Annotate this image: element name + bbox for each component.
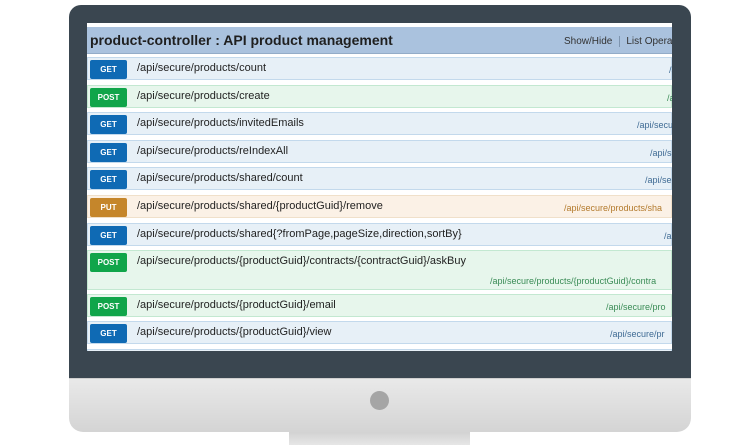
controller-header[interactable]: product-controller : API product managem… [87,27,672,54]
method-badge[interactable]: PUT [90,198,127,217]
operation-path[interactable]: /api/secure/products/reIndexAll [137,145,288,157]
operation-summary: /api/se [645,175,672,185]
operation-path[interactable]: /api/secure/products/shared{?fromPage,pa… [137,228,462,240]
operation-summary: /a [669,65,672,75]
operation-summary: /api/secure/products/{productGuid}/contr… [490,276,657,286]
operation-row[interactable]: POST /api/secure/products/{productGuid}/… [87,294,672,317]
operation-row[interactable]: GET /api/secure/products/shared/count /a… [87,167,672,190]
operation-row[interactable]: GET /api/secure/products/count /a [87,57,672,80]
operation-path[interactable]: /api/secure/products/{productGuid}/contr… [137,255,466,267]
operation-path[interactable]: /api/secure/products/create [137,90,270,102]
operation-summary: /api/secure/pro [606,302,666,312]
operation-path[interactable]: /api/secure/products/shared/count [137,172,303,184]
operation-summary: /api/secure/products/sha [564,203,663,213]
operation-summary: /a [664,231,672,241]
operation-summary: /api/secure/pr [610,329,665,339]
operation-row[interactable]: POST /api/secure/products/{productGuid}/… [87,250,672,290]
operation-row[interactable]: GET /api/secure/products/reIndexAll /api… [87,140,672,163]
method-badge[interactable]: POST [90,253,127,272]
operation-row[interactable]: GET /api/secure/products/invitedEmails /… [87,112,672,135]
method-badge[interactable]: GET [90,60,127,79]
method-badge[interactable]: GET [90,170,127,189]
header-links: Show/Hide List Operat [564,36,672,47]
operation-row[interactable]: PUT /api/secure/products/shared/{product… [87,195,672,218]
operation-summary: /api/s [650,148,672,158]
operation-row[interactable]: GET /api/secure/products/{productGuid}/v… [87,321,672,344]
screen: product-controller : API product managem… [87,23,672,351]
operation-path[interactable]: /api/secure/products/{productGuid}/email [137,299,336,311]
operation-summary: /a [667,93,672,103]
operation-row-partial [87,349,672,351]
method-badge[interactable]: GET [90,115,127,134]
operation-row[interactable]: POST /api/secure/products/create /a [87,85,672,108]
method-badge[interactable]: GET [90,143,127,162]
operation-summary: /api/secu [637,120,672,130]
show-hide-link[interactable]: Show/Hide [564,36,619,47]
controller-title[interactable]: product-controller : API product managem… [90,32,393,48]
operation-path[interactable]: /api/secure/products/shared/{productGuid… [137,200,383,212]
method-badge[interactable]: POST [90,88,127,107]
link-divider [619,36,621,47]
method-badge[interactable]: GET [90,226,127,245]
method-badge[interactable]: POST [90,297,127,316]
operation-path[interactable]: /api/secure/products/count [137,62,266,74]
method-badge[interactable]: GET [90,324,127,343]
power-button [370,391,389,410]
operation-path[interactable]: /api/secure/products/{productGuid}/view [137,326,331,338]
list-operations-link[interactable]: List Operat [626,36,672,47]
operation-row[interactable]: GET /api/secure/products/shared{?fromPag… [87,223,672,246]
operation-path[interactable]: /api/secure/products/invitedEmails [137,117,304,129]
monitor-stand [289,432,470,445]
